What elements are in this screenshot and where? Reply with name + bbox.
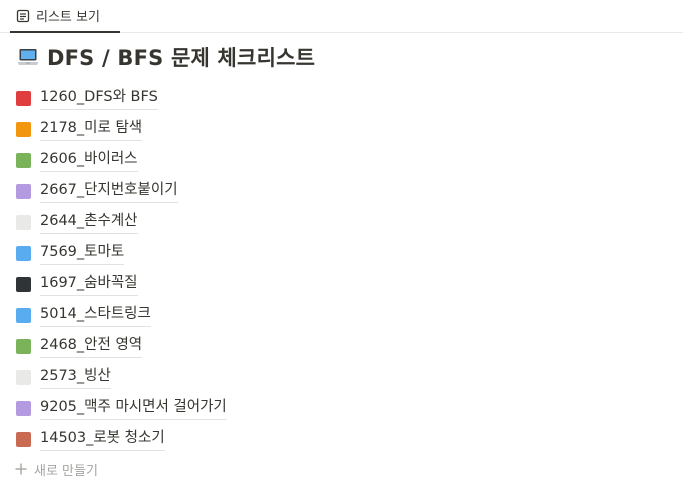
list-item-label: 2468_안전 영역 [40, 336, 143, 358]
list-item[interactable]: 2178_미로 탐색 [16, 114, 666, 145]
list-item[interactable]: 2644_촌수계산 [16, 207, 666, 238]
color-swatch [16, 246, 31, 261]
list-item-label: 5014_스타트링크 [40, 305, 151, 327]
list-item[interactable]: 2606_바이러스 [16, 145, 666, 176]
laptop-icon [16, 45, 40, 69]
tab-list-view[interactable]: 리스트 보기 [10, 0, 120, 33]
list-view-icon [16, 9, 30, 23]
color-swatch [16, 153, 31, 168]
list-item[interactable]: 5014_스타트링크 [16, 300, 666, 331]
color-swatch [16, 308, 31, 323]
list-item[interactable]: 14503_로봇 청소기 [16, 424, 666, 455]
list-item[interactable]: 1697_숨바꼭질 [16, 269, 666, 300]
color-swatch [16, 91, 31, 106]
list-item[interactable]: 9205_맥주 마시면서 걸어가기 [16, 393, 666, 424]
page-title-row: DFS / BFS 문제 체크리스트 [16, 42, 315, 72]
list-item-label: 2644_촌수계산 [40, 212, 138, 234]
color-swatch [16, 339, 31, 354]
list-item-label: 1260_DFS와 BFS [40, 88, 158, 110]
list-item-label: 2178_미로 탐색 [40, 119, 143, 141]
list-item-label: 2667_단지번호붙이기 [40, 181, 178, 203]
color-swatch [16, 401, 31, 416]
view-tabbar: 리스트 보기 [0, 0, 683, 33]
list-item-label: 14503_로봇 청소기 [40, 429, 165, 451]
new-item-label: 새로 만들기 [34, 463, 98, 479]
list-item[interactable]: 2667_단지번호붙이기 [16, 176, 666, 207]
color-swatch [16, 184, 31, 199]
list-item[interactable]: 1260_DFS와 BFS [16, 83, 666, 114]
plus-icon [14, 462, 28, 476]
list-item-label: 7569_토마토 [40, 243, 125, 265]
color-swatch [16, 215, 31, 230]
list-item[interactable]: 2573_빙산 [16, 362, 666, 393]
list-item[interactable]: 2468_안전 영역 [16, 331, 666, 362]
list-item-label: 2573_빙산 [40, 367, 111, 389]
list-item-label: 2606_바이러스 [40, 150, 138, 172]
color-swatch [16, 122, 31, 137]
color-swatch [16, 432, 31, 447]
color-swatch [16, 277, 31, 292]
list-item[interactable]: 7569_토마토 [16, 238, 666, 269]
list-item-label: 1697_숨바꼭질 [40, 274, 138, 296]
problem-list: 1260_DFS와 BFS 2178_미로 탐색 2606_바이러스 2667_… [16, 83, 666, 455]
page-title: DFS / BFS 문제 체크리스트 [47, 46, 316, 70]
new-item-button[interactable]: 새로 만들기 [14, 458, 98, 480]
tab-list-view-label: 리스트 보기 [36, 10, 100, 25]
color-swatch [16, 370, 31, 385]
list-item-label: 9205_맥주 마시면서 걸어가기 [40, 398, 227, 420]
